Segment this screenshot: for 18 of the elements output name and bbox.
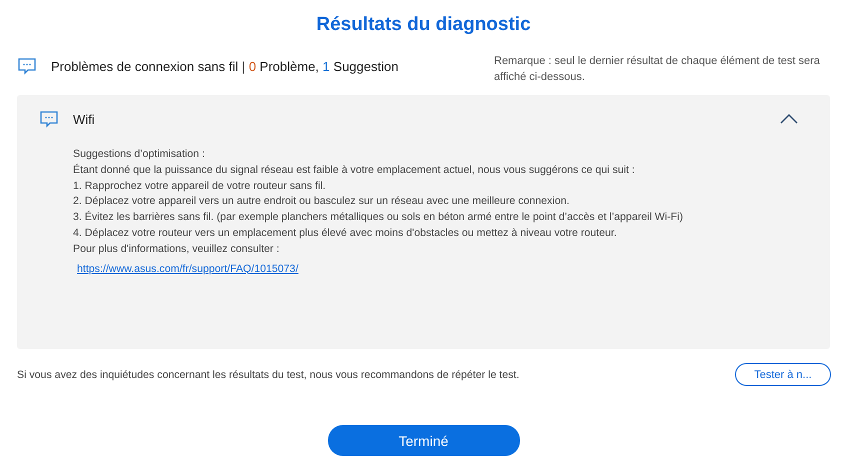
note-text: Remarque : seul le dernier résultat de chaque élément de test sera affiché ci-dessous. [494,54,821,85]
panel-title: Wifi [73,112,95,126]
faq-link[interactable]: https://www.asus.com/fr/support/FAQ/1015073/ [77,262,298,275]
suggestion-text: 1. Rapprochez votre appareil de votre routeur sans fil. [73,178,327,194]
suggestion-text: 2. Déplacez votre appareil vers un autre endroit ou basculez sur un réseau avec une meilleure connexion. [73,194,570,210]
suggestion-text: Pour plus d'informations, veuillez consulter : [73,242,280,257]
category-summary: Problèmes de connexion sans fil | 0 Problème, 1 Suggestion [51,58,398,74]
suggestion-text: Suggestions d’optimisation : [73,147,206,162]
suggestion-text: 3. Évitez les barrières sans fil. (par exemple planchers métalliques ou sols en béton armé entre le point d’accès et l’appareil Wi-Fi) [73,210,684,226]
message-icon [39,110,59,128]
suggestion-text: 4. Déplacez votre routeur vers un emplacement plus élevé avec moins d'obstacles ou mettez à niveau votre routeur. [73,226,618,241]
retest-button[interactable]: Tester à n... [735,363,831,386]
page-title: Résultats du diagnostic [315,14,532,36]
collapse-icon[interactable] [780,114,798,124]
retest-hint: Si vous avez des inquiétudes concernant les résultats du test, nous vous recommandons de répéter le test. [17,368,520,380]
done-button[interactable]: Terminé [328,425,520,456]
suggestion-text: Étant donné que la puissance du signal réseau est faible à votre emplacement actuel, nous vous suggérons ce qui suit : [73,162,636,178]
message-icon [17,57,37,75]
